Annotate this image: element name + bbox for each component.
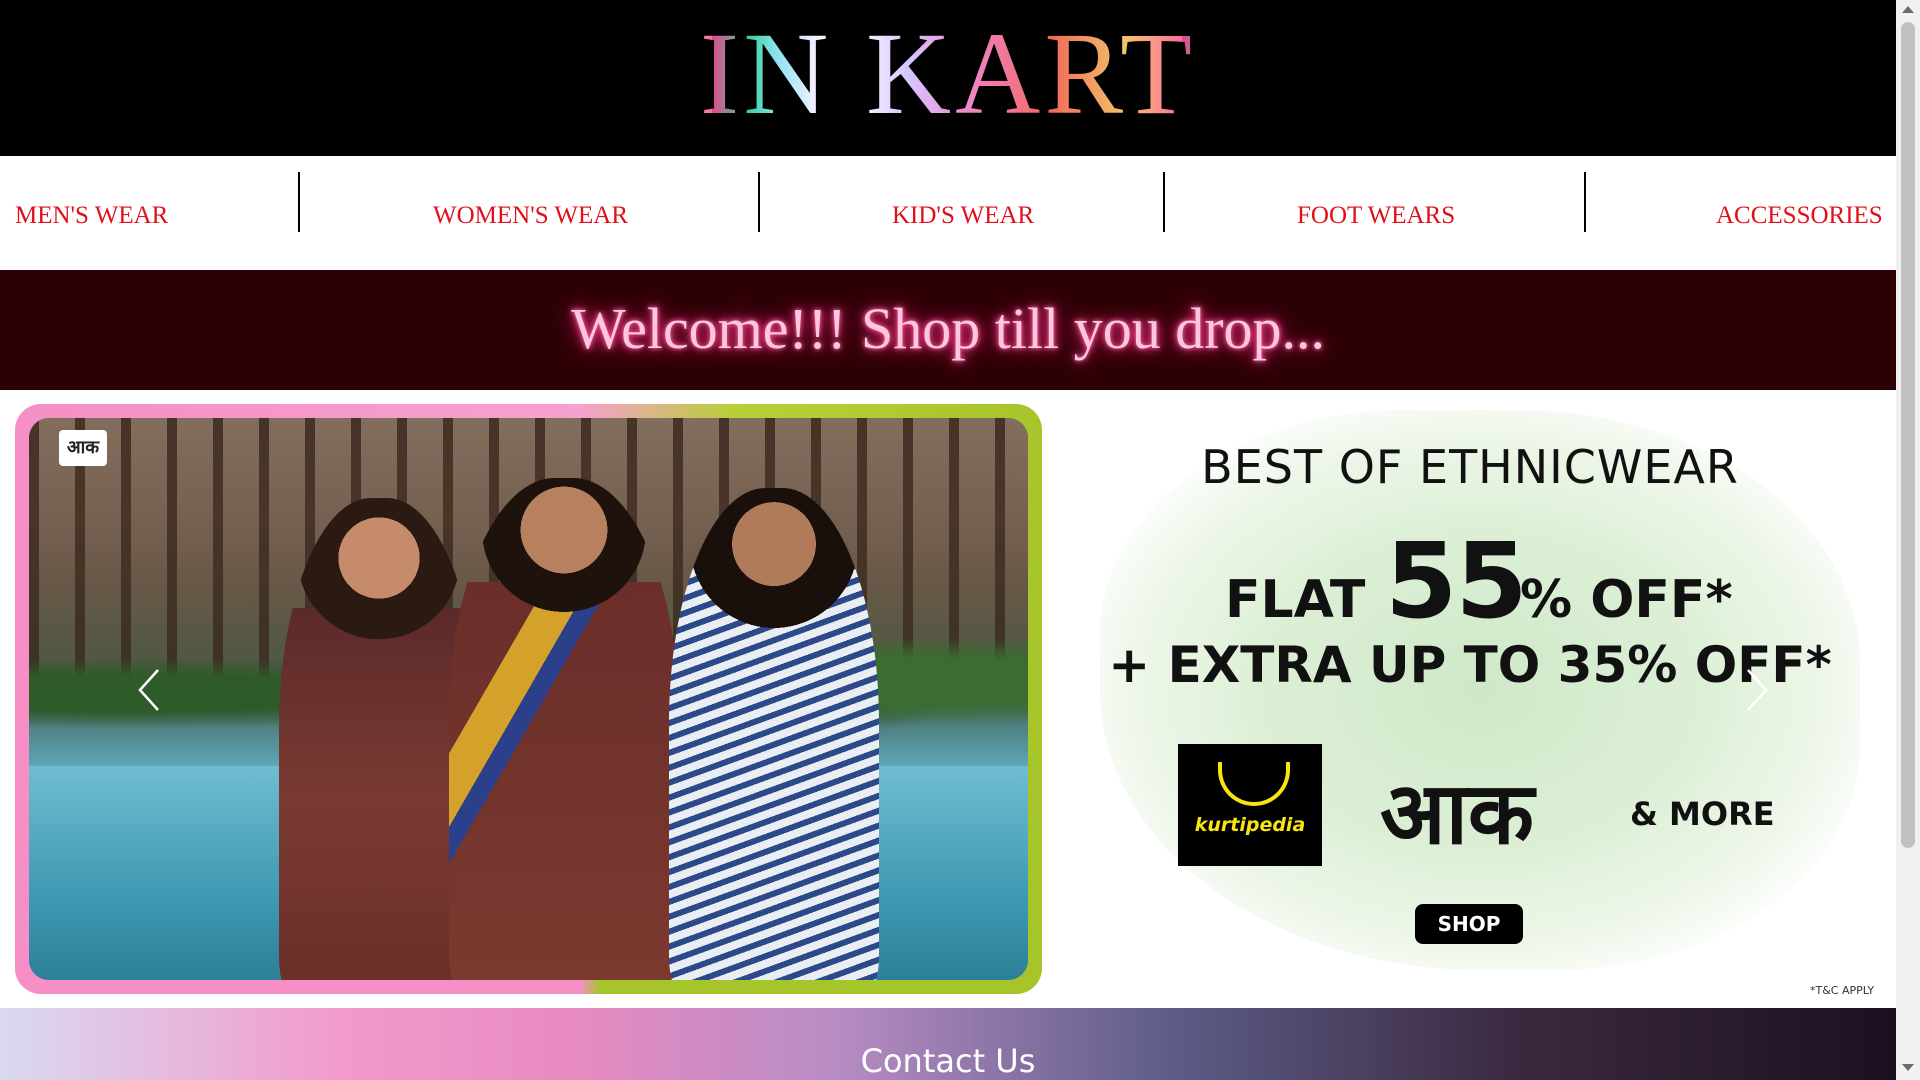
nav-item-kids-wear[interactable]: KID'S WEAR: [892, 186, 1034, 246]
contact-section: Contact Us: [0, 1008, 1896, 1080]
promo-flat: FLAT: [1225, 570, 1366, 630]
welcome-text: Welcome!!! Shop till you drop...: [570, 296, 1326, 361]
nav-divider: [298, 172, 300, 232]
scroll-up-arrow-icon[interactable]: [1902, 6, 1914, 13]
nav-divider: [1584, 172, 1586, 232]
nav-item-accessories[interactable]: ACCESSORIES: [1716, 186, 1883, 246]
kurtipedia-label: kurtipedia: [1194, 814, 1306, 836]
model-figure: [449, 478, 679, 980]
model-figure: [669, 488, 879, 980]
site-logo[interactable]: IN KART: [0, 14, 1896, 134]
kurtipedia-logo: kurtipedia: [1178, 744, 1322, 866]
chevron-right-icon: [1747, 669, 1768, 711]
nav-item-womens-wear[interactable]: WOMEN'S WEAR: [433, 186, 628, 246]
site-header: IN KART: [0, 0, 1896, 156]
terms-note: *T&C APPLY: [1810, 984, 1875, 997]
promo-more: & MORE: [1630, 795, 1775, 833]
hanger-icon: [1218, 762, 1290, 806]
page: IN KART MEN'S WEAR WOMEN'S WEAR KID'S WE…: [0, 0, 1896, 1080]
nav-divider: [758, 172, 760, 232]
page-scrollbar[interactable]: [1896, 0, 1920, 1080]
promo-carousel: आक BEST OF ETHNICWEAR FLAT 55 % OFF* + E…: [0, 390, 1896, 1008]
scrollbar-thumb[interactable]: [1901, 22, 1915, 848]
scroll-down-arrow-icon[interactable]: [1902, 1064, 1914, 1071]
carousel-photo: आक: [29, 418, 1028, 980]
carousel-next-button[interactable]: [1736, 660, 1776, 720]
contact-title: Contact Us: [860, 1042, 1036, 1080]
welcome-banner: Welcome!!! Shop till you drop...: [0, 270, 1896, 390]
promo-percent: 55: [1385, 520, 1528, 642]
shop-button[interactable]: SHOP: [1415, 904, 1523, 944]
aks-logo: आक: [1380, 764, 1534, 864]
promo-off: % OFF*: [1520, 570, 1733, 630]
nav-item-mens-wear[interactable]: MEN'S WEAR: [15, 186, 168, 246]
nav-item-foot-wears[interactable]: FOOT WEARS: [1297, 186, 1455, 246]
chevron-left-icon: [138, 669, 159, 711]
main-nav: MEN'S WEAR WOMEN'S WEAR KID'S WEAR FOOT …: [0, 156, 1896, 270]
promo-title: BEST OF ETHNICWEAR: [1201, 440, 1739, 494]
nav-divider: [1163, 172, 1165, 232]
carousel-prev-button[interactable]: [130, 660, 170, 720]
brand-badge: आक: [59, 430, 107, 466]
